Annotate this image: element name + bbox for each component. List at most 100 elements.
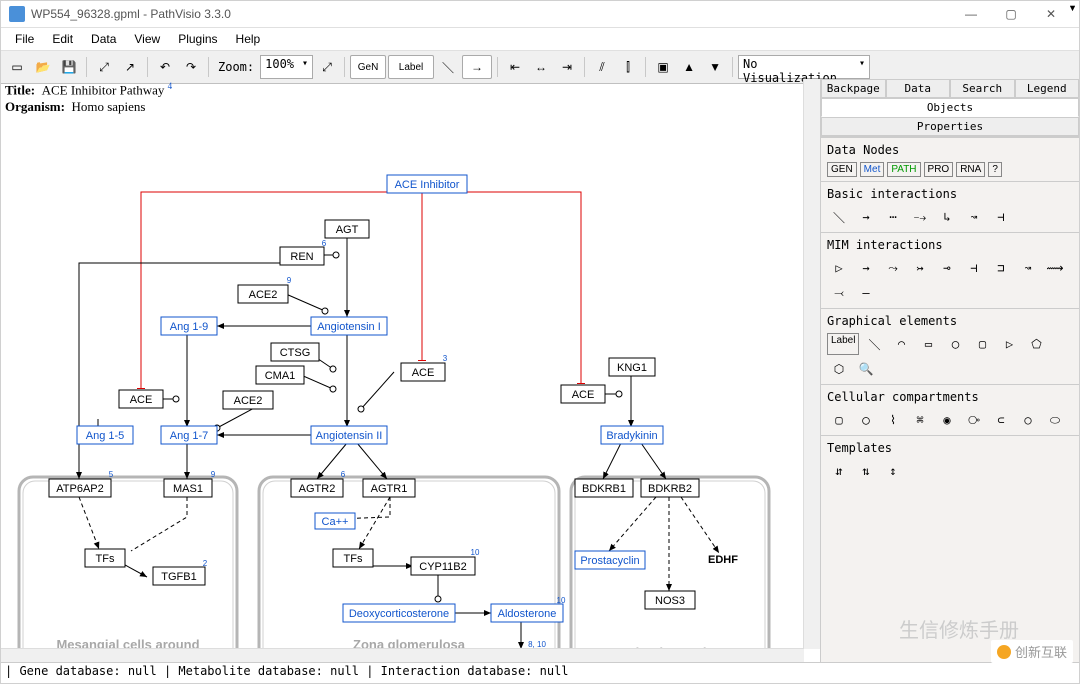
mim-11-icon[interactable]: — <box>854 282 878 304</box>
dn-rna[interactable]: RNA <box>956 162 985 177</box>
mim-9-icon[interactable]: ⟿ <box>1043 257 1067 279</box>
open-icon[interactable]: 📂 <box>31 55 55 79</box>
visualization-select[interactable]: No Visualization <box>738 55 870 79</box>
app-icon <box>9 6 25 22</box>
mim-3-icon[interactable]: ⤳ <box>881 257 905 279</box>
svg-text:KNG1: KNG1 <box>617 362 647 374</box>
pathway-svg: Mesangial cells around blood vessels in … <box>1 79 821 665</box>
bi-tbar-icon[interactable]: ⊣ <box>989 206 1013 228</box>
bi-darrow-icon[interactable]: ⤍ <box>908 206 932 228</box>
import-icon[interactable]: ⤢ <box>92 55 116 79</box>
close-button[interactable]: ✕ <box>1031 2 1071 26</box>
bi-curve-icon[interactable]: ↝ <box>962 206 986 228</box>
svg-text:AGTR1: AGTR1 <box>371 483 408 495</box>
section-datanodes: Data Nodes <box>825 141 1075 161</box>
align-right-icon[interactable]: ⇥ <box>555 55 579 79</box>
back-icon[interactable]: ▼ <box>703 55 727 79</box>
dn-met[interactable]: Met <box>860 162 885 177</box>
cc-8-icon[interactable]: ○ <box>1016 409 1040 431</box>
svg-text:Ang 1-7: Ang 1-7 <box>170 430 209 442</box>
pathway-canvas[interactable]: Title: ACE Inhibitor Pathway 4 Organism:… <box>1 79 821 665</box>
maximize-button[interactable]: ▢ <box>991 2 1031 26</box>
dn-gen[interactable]: GEN <box>827 162 857 177</box>
mim-2-icon[interactable]: → <box>854 257 878 279</box>
cc-5-icon[interactable]: ◉ <box>935 409 959 431</box>
export-icon[interactable]: ↗ <box>118 55 142 79</box>
tab-backpage[interactable]: Backpage <box>821 79 886 98</box>
svg-text:BDKRB1: BDKRB1 <box>582 483 626 495</box>
svg-text:Prostacyclin: Prostacyclin <box>580 555 639 567</box>
menu-data[interactable]: Data <box>83 30 124 48</box>
line-icon[interactable]: ＼ <box>436 55 460 79</box>
menu-edit[interactable]: Edit <box>44 30 81 48</box>
dn-unknown[interactable]: ? <box>988 162 1002 177</box>
tmpl-3-icon[interactable]: ↕ <box>881 460 905 482</box>
ge-pent-icon[interactable]: ⬠ <box>1024 333 1048 355</box>
section-mim: MIM interactions <box>825 236 1075 256</box>
cc-7-icon[interactable]: ⊂ <box>989 409 1013 431</box>
group-icon[interactable]: ▣ <box>651 55 675 79</box>
menu-help[interactable]: Help <box>228 30 269 48</box>
tmpl-1-icon[interactable]: ⇵ <box>827 460 851 482</box>
ge-oval-icon[interactable]: ◯ <box>943 333 967 355</box>
save-icon[interactable]: 💾 <box>57 55 81 79</box>
mim-10-icon[interactable]: ⤙ <box>827 282 851 304</box>
cc-6-icon[interactable]: ⧂ <box>962 409 986 431</box>
minimize-button[interactable]: — <box>951 2 991 26</box>
dn-pro[interactable]: PRO <box>924 162 954 177</box>
mim-1-icon[interactable]: ▷ <box>827 257 851 279</box>
gene-dropdown[interactable]: GeN <box>350 55 386 79</box>
distribute-h-icon[interactable]: ⫽ <box>590 55 614 79</box>
menu-view[interactable]: View <box>126 30 168 48</box>
ge-hex-icon[interactable]: ⬡ <box>827 358 851 380</box>
tab-data[interactable]: Data <box>886 79 951 98</box>
cc-9-icon[interactable]: ⬭ <box>1043 409 1067 431</box>
canvas-vscroll[interactable] <box>803 79 820 649</box>
tab-properties[interactable]: Properties <box>821 117 1079 136</box>
ge-rect-icon[interactable]: ▭ <box>916 333 940 355</box>
mim-6-icon[interactable]: ⊣ <box>962 257 986 279</box>
ge-tri-icon[interactable]: ▷ <box>997 333 1021 355</box>
bi-arrow-icon[interactable]: → <box>854 206 878 228</box>
align-center-icon[interactable]: ↔ <box>529 55 553 79</box>
fit-icon[interactable]: ⤢ <box>315 55 339 79</box>
svg-text:TFs: TFs <box>344 553 363 565</box>
ge-arc-icon[interactable]: ◠ <box>889 333 913 355</box>
menu-plugins[interactable]: Plugins <box>170 30 225 48</box>
svg-text:Deoxycorticosterone: Deoxycorticosterone <box>349 608 449 620</box>
mim-8-icon[interactable]: ↝ <box>1016 257 1040 279</box>
front-icon[interactable]: ▲ <box>677 55 701 79</box>
bi-dash-icon[interactable]: ⋯ <box>881 206 905 228</box>
tab-objects[interactable]: Objects <box>821 98 1079 117</box>
bi-elbow-icon[interactable]: ↳ <box>935 206 959 228</box>
ge-line-icon[interactable]: ＼ <box>862 333 886 355</box>
mim-4-icon[interactable]: ↣ <box>908 257 932 279</box>
dn-path[interactable]: PATH <box>887 162 920 177</box>
svg-text:5: 5 <box>109 470 114 479</box>
tab-legend[interactable]: Legend <box>1015 79 1080 98</box>
menu-file[interactable]: File <box>7 30 42 48</box>
new-icon[interactable]: ▭ <box>5 55 29 79</box>
cc-3-icon[interactable]: ⌇ <box>881 409 905 431</box>
cc-4-icon[interactable]: ⌘ <box>908 409 932 431</box>
svg-text:ACE: ACE <box>572 389 595 401</box>
redo-icon[interactable]: ↷ <box>179 55 203 79</box>
ge-label[interactable]: Label <box>827 333 859 355</box>
svg-text:REN: REN <box>290 251 313 263</box>
cc-2-icon[interactable]: ◯ <box>854 409 878 431</box>
ge-search-icon[interactable]: 🔍 <box>854 358 878 380</box>
node-ace-inhibitor: ACE Inhibitor <box>387 175 467 193</box>
undo-icon[interactable]: ↶ <box>153 55 177 79</box>
tmpl-2-icon[interactable]: ⇅ <box>854 460 878 482</box>
mim-5-icon[interactable]: ⊸ <box>935 257 959 279</box>
tab-search[interactable]: Search <box>950 79 1015 98</box>
cc-1-icon[interactable]: ▢ <box>827 409 851 431</box>
label-dropdown[interactable]: Label <box>388 55 434 79</box>
bi-line-icon[interactable]: ＼ <box>827 206 851 228</box>
mim-7-icon[interactable]: ⊐ <box>989 257 1013 279</box>
arrow-dropdown[interactable]: → <box>462 55 492 79</box>
ge-rrect-icon[interactable]: ▢ <box>970 333 994 355</box>
zoom-select[interactable]: 100% <box>260 55 313 79</box>
distribute-v-icon[interactable]: ⫿ <box>616 55 640 79</box>
align-left-icon[interactable]: ⇤ <box>503 55 527 79</box>
